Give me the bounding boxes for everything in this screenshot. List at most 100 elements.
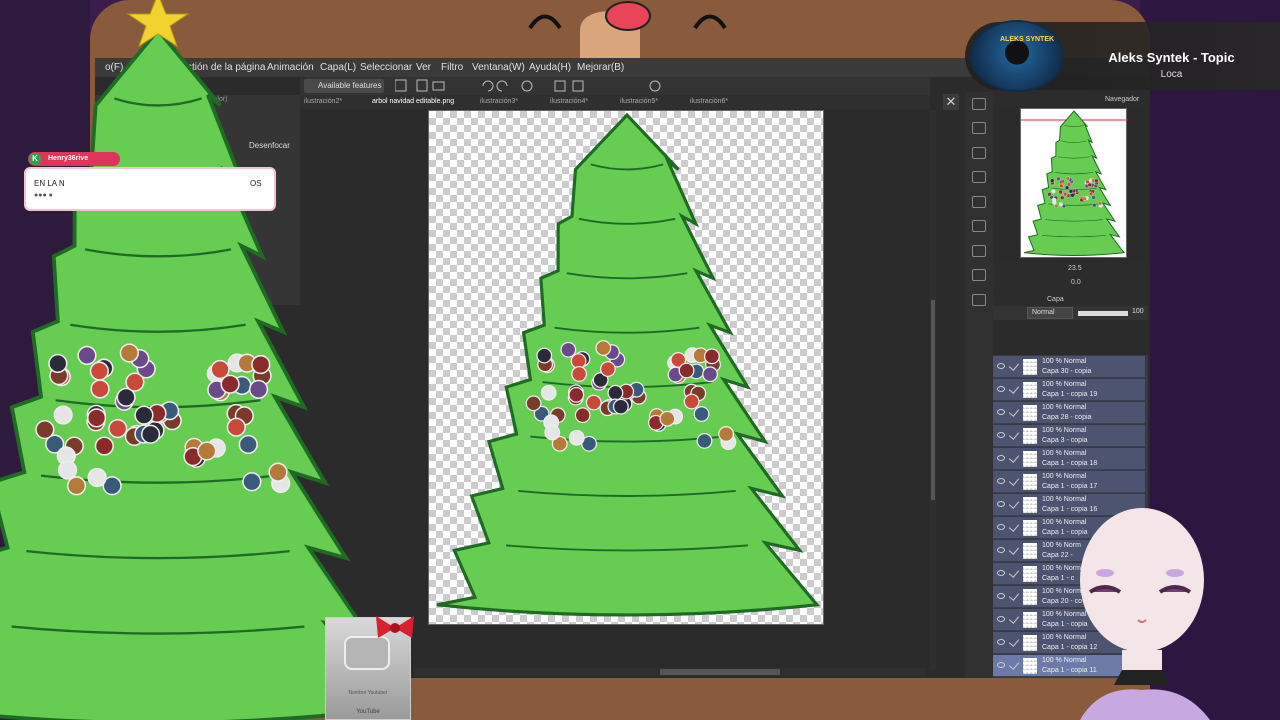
layer-row[interactable]: 100 % Normal Capa 3 - copia bbox=[993, 425, 1145, 447]
visibility-eye-icon[interactable] bbox=[997, 547, 1005, 553]
check-icon[interactable] bbox=[1008, 406, 1020, 417]
ornament bbox=[48, 353, 68, 374]
layer-row[interactable]: 100 % Normal Capa 1 - copia 17 bbox=[993, 471, 1145, 493]
tab-ilustracion6[interactable]: ilustración6* bbox=[690, 98, 728, 105]
ornament bbox=[242, 472, 262, 492]
visibility-eye-icon[interactable] bbox=[997, 524, 1005, 530]
visibility-eye-icon[interactable] bbox=[997, 478, 1005, 484]
ornament bbox=[571, 366, 588, 382]
check-icon[interactable] bbox=[1008, 544, 1020, 555]
navigator-preview[interactable] bbox=[1020, 108, 1128, 258]
layer-thumbnail bbox=[1023, 428, 1037, 444]
stream-scene: o(F) stión de la página Animación Capa(L… bbox=[0, 0, 1280, 720]
album-art bbox=[970, 20, 1064, 92]
opacity-value[interactable]: 100 bbox=[1132, 308, 1144, 315]
ornament bbox=[87, 467, 107, 488]
check-icon[interactable] bbox=[1008, 383, 1020, 394]
horizontal-scroll-thumb[interactable] bbox=[660, 669, 780, 675]
ornament bbox=[238, 434, 258, 455]
panel-icon-8[interactable] bbox=[972, 269, 986, 281]
check-icon[interactable] bbox=[1008, 636, 1020, 647]
visibility-eye-icon[interactable] bbox=[997, 570, 1005, 576]
ornament bbox=[1082, 196, 1087, 201]
layer-thumbnail bbox=[1023, 405, 1037, 421]
visibility-eye-icon[interactable] bbox=[997, 616, 1005, 622]
panel-icon-1[interactable] bbox=[972, 98, 986, 110]
now-playing-song: Loca bbox=[1160, 69, 1183, 80]
blend-mode-select[interactable]: Normal bbox=[1027, 307, 1073, 319]
layer-thumbnail bbox=[1023, 451, 1037, 467]
ornament bbox=[53, 405, 73, 425]
check-icon[interactable] bbox=[1008, 567, 1020, 578]
ornament bbox=[544, 424, 561, 441]
zoom-value[interactable]: 23.5 bbox=[1068, 265, 1082, 272]
visibility-eye-icon[interactable] bbox=[997, 501, 1005, 507]
ornament bbox=[568, 386, 585, 403]
check-icon[interactable] bbox=[1008, 659, 1020, 670]
ornament bbox=[248, 379, 269, 399]
tab-ilustracion4[interactable]: ilustración4* bbox=[550, 98, 588, 105]
layer-panel-header bbox=[993, 292, 1148, 306]
panel-icon-5[interactable] bbox=[972, 196, 986, 208]
ornament bbox=[1047, 192, 1052, 197]
layer-mode: 100 % Normal bbox=[1042, 404, 1087, 411]
ornament bbox=[1066, 182, 1072, 187]
layer-tab[interactable]: Capa bbox=[1047, 296, 1064, 303]
overlay-christmas-tree bbox=[0, 0, 392, 720]
ornament bbox=[268, 462, 288, 482]
ornament bbox=[1094, 178, 1099, 183]
menu-item-improve[interactable]: Mejorar(B) bbox=[577, 62, 624, 73]
visibility-eye-icon[interactable] bbox=[997, 363, 1005, 369]
visibility-eye-icon[interactable] bbox=[997, 662, 1005, 668]
tab-ilustracion3[interactable]: ilustración3* bbox=[480, 98, 518, 105]
navigator-tab[interactable]: Navegador bbox=[1105, 96, 1139, 103]
check-icon[interactable] bbox=[1008, 498, 1020, 509]
plaque-brand: YouTube bbox=[356, 709, 380, 715]
ornament bbox=[599, 361, 616, 377]
layer-mode: 100 % Normal bbox=[1042, 473, 1087, 480]
close-icon[interactable]: ✕ bbox=[943, 94, 959, 110]
menu-item-help[interactable]: Ayuda(H) bbox=[529, 62, 571, 73]
check-icon[interactable] bbox=[1008, 360, 1020, 371]
drawing-canvas[interactable] bbox=[428, 110, 824, 625]
check-icon[interactable] bbox=[1008, 613, 1020, 624]
tab-ilustracion5[interactable]: ilustración5* bbox=[620, 98, 658, 105]
visibility-eye-icon[interactable] bbox=[997, 432, 1005, 438]
rotation-value[interactable]: 0.0 bbox=[1071, 279, 1081, 286]
visibility-eye-icon[interactable] bbox=[997, 409, 1005, 415]
ornament bbox=[1059, 180, 1064, 185]
layer-row[interactable]: 100 % Normal Capa 28 - copia bbox=[993, 402, 1145, 424]
check-icon[interactable] bbox=[1008, 475, 1020, 486]
check-icon[interactable] bbox=[1008, 521, 1020, 532]
panel-icon-3[interactable] bbox=[972, 147, 986, 159]
ornament bbox=[77, 345, 97, 366]
panel-icon-7[interactable] bbox=[972, 245, 986, 257]
ornament bbox=[595, 340, 612, 356]
panel-icon-4[interactable] bbox=[972, 171, 986, 183]
menu-item-window[interactable]: Ventana(W) bbox=[472, 62, 525, 73]
layer-row[interactable]: 100 % Normal Capa 30 - copia bbox=[993, 356, 1145, 378]
bow-icon bbox=[376, 616, 414, 638]
visibility-eye-icon[interactable] bbox=[997, 593, 1005, 599]
check-icon[interactable] bbox=[1008, 452, 1020, 463]
visibility-eye-icon[interactable] bbox=[997, 386, 1005, 392]
menu-item-filter[interactable]: Filtro bbox=[441, 62, 463, 73]
layer-row[interactable]: 100 % Normal Capa 1 - copia 18 bbox=[993, 448, 1145, 470]
panel-icon-2[interactable] bbox=[972, 122, 986, 134]
panel-icon-9[interactable] bbox=[972, 294, 986, 306]
layer-thumbnail bbox=[1023, 543, 1037, 559]
layer-thumbnail bbox=[1023, 566, 1037, 582]
ornament bbox=[612, 398, 629, 415]
open-file-icon bbox=[432, 81, 445, 91]
opacity-slider[interactable] bbox=[1078, 311, 1128, 316]
check-icon[interactable] bbox=[1008, 590, 1020, 601]
check-icon[interactable] bbox=[1008, 429, 1020, 440]
ornament bbox=[607, 384, 624, 401]
ornament bbox=[683, 393, 700, 410]
panel-icon-6[interactable] bbox=[972, 220, 986, 232]
layer-row[interactable]: 100 % Normal Capa 1 - copia 19 bbox=[993, 379, 1145, 401]
visibility-eye-icon[interactable] bbox=[997, 455, 1005, 461]
layer-name: Capa 30 - copia bbox=[1042, 368, 1092, 375]
visibility-eye-icon[interactable] bbox=[997, 639, 1005, 645]
vertical-scroll-thumb[interactable] bbox=[931, 300, 935, 500]
